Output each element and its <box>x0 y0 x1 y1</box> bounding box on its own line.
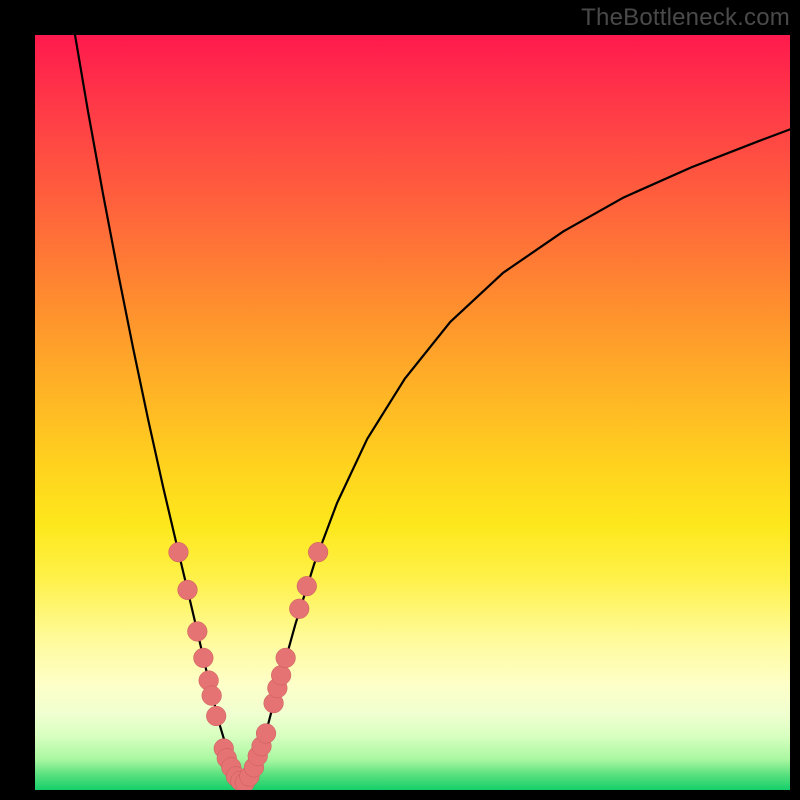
data-marker <box>202 686 222 706</box>
watermark-text: TheBottleneck.com <box>581 4 790 32</box>
data-marker <box>308 542 328 562</box>
chart-frame: TheBottleneck.com <box>0 0 800 800</box>
plot-area <box>35 35 790 790</box>
data-marker <box>188 622 208 642</box>
data-markers <box>169 542 328 790</box>
data-marker <box>297 576 317 596</box>
curve-svg <box>35 35 790 790</box>
data-marker <box>289 599 309 619</box>
data-marker <box>194 648 214 668</box>
data-marker <box>178 580 198 600</box>
bottleneck-curve <box>75 35 790 782</box>
data-marker <box>256 724 276 744</box>
data-marker <box>271 665 291 685</box>
data-marker <box>206 706 226 726</box>
data-marker <box>276 648 296 668</box>
data-marker <box>169 542 189 562</box>
